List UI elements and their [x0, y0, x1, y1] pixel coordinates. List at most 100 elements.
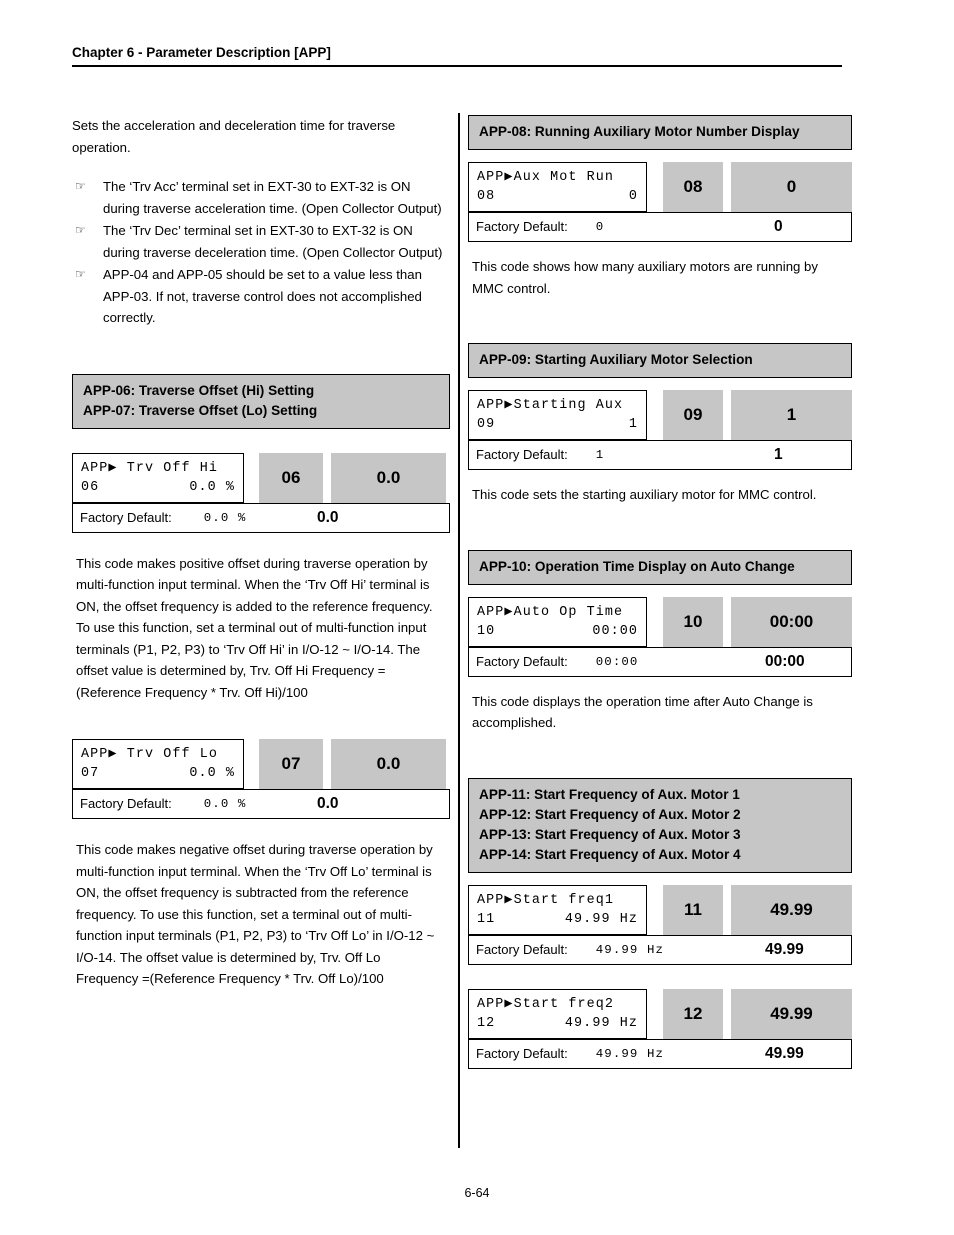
lcd-line-1: APP▶Starting Aux	[477, 398, 624, 413]
factory-default-bold-value: 49.99	[765, 1044, 804, 1062]
factory-default-bold-value: 49.99	[765, 940, 804, 958]
note-text: The ‘Trv Dec’ terminal set in EXT-30 to …	[103, 223, 443, 260]
factory-default-label: Factory Default:	[476, 941, 568, 957]
description-app-08: This code shows how many auxiliary motor…	[472, 259, 818, 296]
lcd-value: 49.99 Hz	[564, 1015, 638, 1031]
factory-default-row-app-07: Factory Default: 0.0 % 0.0	[72, 789, 450, 819]
factory-default-bold-value: 0.0	[317, 508, 339, 526]
param-block-app-10: APP▶Auto Op Time 10 00:00 10 00:00 Facto…	[468, 596, 852, 677]
param-top-row: APP▶Aux Mot Run 08 0 08 0	[468, 162, 852, 212]
factory-default-bold-value: 0.0	[317, 795, 339, 812]
section-header-line: APP-12: Start Frequency of Aux. Motor 2	[479, 806, 741, 822]
factory-default-row-app-12: Factory Default: 49.99 Hz 49.99	[468, 1038, 852, 1069]
lcd-line-1: APP▶Start freq2	[477, 996, 615, 1012]
value-chip-app-09: 1	[731, 390, 852, 440]
section-header-app-08: APP-08: Running Auxiliary Motor Number D…	[468, 115, 852, 150]
chapter-title: Chapter 6 - Parameter Description [APP]	[72, 45, 331, 60]
lcd-code: 06	[81, 479, 100, 495]
factory-default-row-app-06: Factory Default: 0.0 % 0.0	[72, 502, 450, 533]
note-text: APP-04 and APP-05 should be set to a val…	[103, 267, 422, 325]
value-chip-app-10: 00:00	[731, 596, 852, 647]
factory-default-mono-value: 0	[595, 220, 605, 234]
factory-default-label: Factory Default:	[476, 653, 568, 669]
lcd-display-app-11: APP▶Start freq1 11 49.99 Hz	[468, 884, 647, 935]
lcd-line-1: APP▶Auto Op Time	[477, 604, 624, 620]
lcd-code: 09	[477, 417, 496, 432]
param-block-app-11: APP▶Start freq1 11 49.99 Hz 11 49.99 Fac…	[468, 884, 852, 965]
section-header-line: APP-06: Traverse Offset (Hi) Setting	[83, 382, 315, 398]
value-chip-app-07: 0.0	[331, 739, 446, 789]
factory-default-label: Factory Default:	[476, 219, 568, 234]
value-chip-app-12: 49.99	[731, 988, 852, 1039]
lcd-display-app-07: APP▶ Trv Off Lo 07 0.0 %	[72, 739, 244, 789]
section-header-line: APP-11: Start Frequency of Aux. Motor 1	[479, 786, 740, 802]
param-top-row: APP▶Start freq2 12 49.99 Hz 12 49.99	[468, 988, 852, 1039]
factory-default-row-app-09: Factory Default: 1 1	[468, 440, 852, 470]
lcd-display-app-10: APP▶Auto Op Time 10 00:00	[468, 596, 647, 647]
intro-paragraph: Sets the acceleration and deceleration t…	[72, 118, 396, 155]
param-block-app-09: APP▶Starting Aux 09 1 09 1 Factory Defau…	[468, 390, 852, 470]
value-chip-app-11: 49.99	[731, 884, 852, 935]
lcd-code: 08	[477, 189, 496, 204]
section-header-line: APP-13: Start Frequency of Aux. Motor 3	[479, 826, 741, 842]
factory-default-mono-value: 49.99 Hz	[595, 942, 665, 957]
pointing-hand-icon: ☞	[75, 223, 86, 237]
note-item: ☞ APP-04 and APP-05 should be set to a v…	[72, 264, 446, 329]
factory-default-mono-value: 0.0 %	[203, 510, 247, 525]
value-chip-app-06: 0.0	[331, 452, 446, 503]
factory-default-label: Factory Default:	[476, 447, 568, 462]
param-top-row: APP▶Start freq1 11 49.99 Hz 11 49.99	[468, 884, 852, 935]
code-chip-app-09: 09	[663, 390, 723, 440]
factory-default-label: Factory Default:	[476, 1045, 568, 1061]
lcd-value: 0.0 %	[189, 479, 235, 495]
lcd-display-app-08: APP▶Aux Mot Run 08 0	[468, 162, 647, 212]
section-header-line: APP-08: Running Auxiliary Motor Number D…	[479, 124, 800, 139]
section-header-line: APP-14: Start Frequency of Aux. Motor 4	[479, 846, 741, 862]
section-header-line: APP-10: Operation Time Display on Auto C…	[479, 558, 795, 574]
param-block-app-06: APP▶ Trv Off Hi 06 0.0 % 06 0.0 Factory …	[72, 452, 450, 533]
lcd-line-2: 08 0	[477, 187, 638, 206]
lcd-line-1: APP▶Aux Mot Run	[477, 170, 615, 185]
param-block-app-07: APP▶ Trv Off Lo 07 0.0 % 07 0.0 Factory …	[72, 739, 450, 819]
pointing-hand-icon: ☞	[75, 267, 86, 281]
lcd-line-1: APP▶ Trv Off Hi	[81, 460, 219, 476]
left-column: Sets the acceleration and deceleration t…	[72, 115, 450, 990]
code-chip-app-06: 06	[259, 452, 323, 503]
note-item: ☞ The ‘Trv Dec’ terminal set in EXT-30 t…	[72, 220, 446, 263]
lcd-value: 0	[628, 189, 638, 204]
section-header-app-10: APP-10: Operation Time Display on Auto C…	[468, 549, 852, 585]
note-list: ☞ The ‘Trv Acc’ terminal set in EXT-30 t…	[72, 176, 446, 329]
lcd-value: 49.99 Hz	[564, 911, 638, 927]
factory-default-mono-value: 00:00	[595, 654, 639, 669]
factory-default-label: Factory Default:	[80, 509, 172, 525]
code-chip-app-10: 10	[663, 596, 723, 647]
value-chip-app-08: 0	[731, 162, 852, 212]
page-number: 6-64	[464, 1186, 490, 1200]
section-header-app-09: APP-09: Starting Auxiliary Motor Selecti…	[468, 343, 852, 378]
lcd-line-1: APP▶Start freq1	[477, 892, 615, 908]
section-header-line: APP-09: Starting Auxiliary Motor Selecti…	[479, 352, 753, 367]
lcd-code: 07	[81, 766, 100, 781]
section-header-line: APP-07: Traverse Offset (Lo) Setting	[83, 402, 318, 418]
factory-default-mono-value: 1	[595, 448, 605, 462]
description-app-07: This code makes negative offset during t…	[76, 842, 435, 986]
factory-default-bold-value: 0	[774, 218, 783, 235]
note-item: ☞ The ‘Trv Acc’ terminal set in EXT-30 t…	[72, 176, 446, 219]
factory-default-label: Factory Default:	[80, 796, 172, 811]
page-header: Chapter 6 - Parameter Description [APP]	[72, 44, 842, 67]
param-top-row: APP▶Auto Op Time 10 00:00 10 00:00	[468, 596, 852, 647]
param-top-row: APP▶ Trv Off Lo 07 0.0 % 07 0.0	[72, 739, 446, 789]
